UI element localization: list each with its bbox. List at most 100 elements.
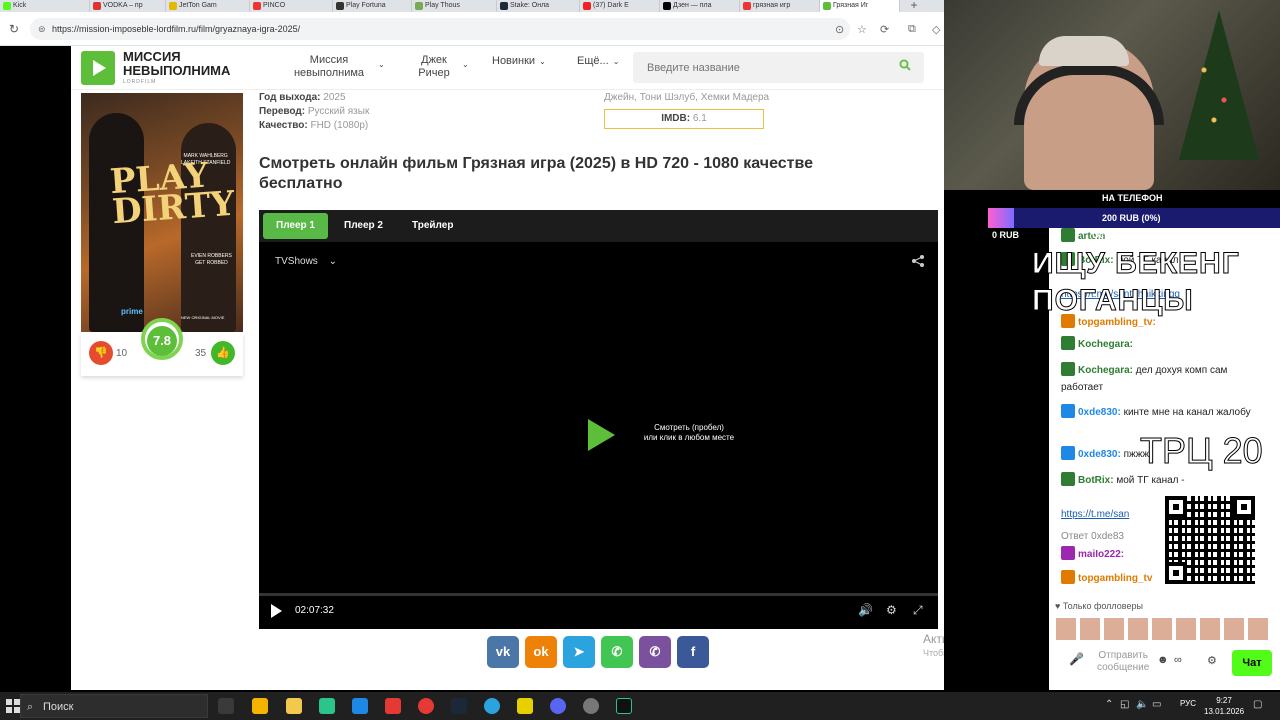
site-search-input[interactable] [633, 52, 924, 83]
windows-start-icon[interactable] [6, 699, 20, 713]
profile-icon[interactable]: ◇ [932, 23, 940, 36]
reload-icon[interactable]: ↻ [9, 22, 19, 36]
chat-link[interactable]: https://t.me/san [1061, 509, 1129, 520]
chat-username[interactable]: Kochegara: [1078, 365, 1133, 376]
settings-gear-icon[interactable]: ⚙ [1207, 654, 1217, 667]
store-icon[interactable] [252, 698, 268, 714]
meta-quality: Качество: FHD (1080p) [259, 120, 369, 131]
progress-bar[interactable] [259, 593, 938, 596]
like-count: 35 [195, 348, 207, 359]
chat-badge-icon [1061, 228, 1075, 242]
settings-gear-icon[interactable]: ⚙ [886, 603, 897, 617]
movie-poster[interactable]: MARK WAHLBERG LAKEITH STANFIELD PLAY DIR… [81, 93, 243, 332]
chat-username[interactable]: topgambling_tv [1078, 573, 1152, 584]
site-logo-icon[interactable] [81, 51, 115, 85]
browser-tab[interactable]: JetTon Gam [166, 0, 250, 12]
emote-bar[interactable] [1056, 618, 1271, 640]
yandex-icon[interactable] [385, 698, 401, 714]
infinity-icon[interactable]: ∞ [1174, 654, 1182, 666]
share-icon[interactable] [911, 254, 925, 268]
chat-username[interactable]: 0xde830: [1078, 449, 1121, 460]
chat-send-button[interactable]: Чат [1232, 650, 1272, 676]
nav-mission-impossible[interactable]: Миссия невыполнима [279, 54, 379, 80]
dislike-button[interactable]: 👎 [89, 341, 113, 365]
obs-icon[interactable] [583, 698, 599, 714]
site-logo-text[interactable]: МИССИЯ НЕВЫПОЛНИМА [123, 50, 253, 78]
search-icon[interactable] [899, 59, 911, 71]
mail-icon[interactable] [352, 698, 368, 714]
browser-tab[interactable]: грязная игр [740, 0, 820, 12]
yandex-browser-icon[interactable] [418, 698, 434, 714]
emoji-icon[interactable]: ☻ [1157, 654, 1169, 666]
site-info-icon[interactable]: ⊜ [38, 18, 46, 40]
microphone-icon[interactable]: 🎤 [1069, 652, 1084, 666]
browser-tab[interactable]: Stake: Онла [497, 0, 580, 12]
edge-icon[interactable] [319, 698, 335, 714]
chat-text: кинте мне на канал жалобу [1123, 407, 1251, 418]
chat-username[interactable]: Kochegara: [1078, 339, 1133, 350]
file-explorer-icon[interactable] [286, 698, 302, 714]
browser-tab-label: Stake: Онла [510, 2, 550, 9]
overlay-headline: ИЩУ БЕКЕНГ ПОГАНЦЫ [1032, 247, 1240, 318]
followers-only-notice: ♥ Только фолловеры [1055, 601, 1143, 611]
telegram-icon[interactable] [484, 698, 500, 714]
lens-icon[interactable]: ⊙ [835, 23, 844, 36]
browser-tab[interactable]: Грязная Иг [820, 0, 900, 12]
volume-icon[interactable]: 🔈 [1136, 699, 1148, 710]
url-field[interactable]: ⊜ https://mission-imposeble-lordfilm.ru/… [30, 18, 850, 40]
browser-tab[interactable]: Play Thous [412, 0, 497, 12]
donation-goal-max: 100 000 RUB [1218, 230, 1273, 240]
discord-icon[interactable] [550, 698, 566, 714]
browser-tab[interactable]: Play Fortuna [333, 0, 412, 12]
nav-more[interactable]: Ещё... ⌄ [577, 55, 619, 68]
browser-tab-label: Kick [13, 2, 27, 9]
chat-username[interactable]: BotRix: [1078, 475, 1114, 486]
extensions-puzzle-icon[interactable]: ⧉ [908, 23, 916, 36]
app-icon[interactable] [616, 698, 632, 714]
source-selector[interactable]: TVShows ⌄ [275, 256, 337, 267]
telegram-share-button[interactable]: ➤ [563, 636, 595, 668]
poster-prime-logo: prime [121, 307, 143, 316]
task-view-icon[interactable] [218, 698, 234, 714]
battery-icon[interactable]: ▭ [1152, 699, 1161, 710]
fullscreen-icon[interactable]: ⤢ [913, 603, 923, 618]
facebook-share-button[interactable]: f [677, 636, 709, 668]
play-icon[interactable] [271, 604, 282, 618]
nav-jack-reacher[interactable]: Джек Ричер [409, 54, 459, 80]
browser-tab[interactable]: VODKA – пр [90, 0, 166, 12]
chat-input[interactable]: Отправить сообщение [1097, 650, 1149, 674]
play-big-icon[interactable] [588, 419, 615, 451]
taskbar-search[interactable]: ⌕ Поиск [20, 694, 208, 718]
browser-tab[interactable]: (37) Dark E [580, 0, 660, 12]
chat-username[interactable]: maiIo222: [1078, 549, 1124, 560]
vk-share-button[interactable]: vk [487, 636, 519, 668]
site-logo-subtitle: LORDFILM [123, 79, 157, 85]
app-icon[interactable] [517, 698, 533, 714]
dislike-count: 10 [116, 348, 128, 359]
tab-player-2[interactable]: Плеер 2 [331, 213, 396, 239]
steam-icon[interactable] [451, 698, 467, 714]
bookmark-star-icon[interactable]: ☆ [857, 23, 867, 36]
like-button[interactable]: 👍 [211, 341, 235, 365]
tab-trailer[interactable]: Трейлер [399, 213, 466, 239]
qr-finder [1165, 496, 1187, 518]
browser-tab[interactable]: Kick [0, 0, 90, 12]
extension-icon[interactable]: ⟳ [880, 23, 889, 36]
browser-tab[interactable]: PINCO [250, 0, 333, 12]
clock[interactable]: 9:27 13.01.2026 [1204, 695, 1244, 717]
video-player[interactable]: Плеер 1 Плеер 2 Трейлер TVShows ⌄ Смотре… [259, 210, 938, 629]
chat-username[interactable]: 0xde830: [1078, 407, 1121, 418]
notifications-icon[interactable]: ▢ [1253, 699, 1262, 710]
ok-share-button[interactable]: ok [525, 636, 557, 668]
tab-player-1[interactable]: Плеер 1 [263, 213, 328, 239]
new-tab-button[interactable]: + [905, 0, 923, 12]
browser-tab[interactable]: Дзен — пла [660, 0, 740, 12]
network-icon[interactable]: ◱ [1120, 699, 1129, 710]
input-language[interactable]: РУС [1180, 699, 1196, 708]
whatsapp-share-button[interactable]: ✆ [601, 636, 633, 668]
viber-share-button[interactable]: ✆ [639, 636, 671, 668]
volume-icon[interactable]: 🔊 [858, 603, 873, 617]
nav-new[interactable]: Новинки ⌄ [492, 55, 546, 68]
tray-chevron-icon[interactable]: ⌃ [1105, 699, 1113, 710]
chat-badge-icon [1061, 404, 1075, 418]
